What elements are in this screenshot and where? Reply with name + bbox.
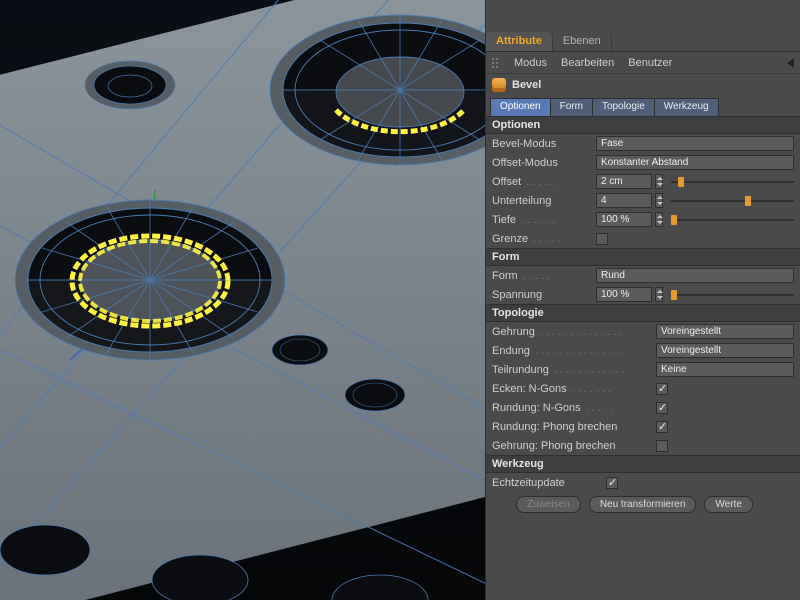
spinner-offset[interactable]: [655, 174, 663, 189]
panel-top-spacer: [486, 0, 800, 32]
spinner-tiefe[interactable]: [655, 212, 663, 227]
tab-werkzeug[interactable]: Werkzeug: [654, 98, 719, 116]
tab-ebenen[interactable]: Ebenen: [553, 32, 612, 51]
field-endung[interactable]: Voreingestellt: [656, 343, 794, 358]
werkzeug-buttons: Zuweisen Neu transformieren Werte: [486, 492, 800, 517]
menu-modus[interactable]: Modus: [514, 57, 547, 69]
field-unterteilung[interactable]: 4: [596, 193, 652, 208]
panel-menu: Modus Bearbeiten Benutzer: [486, 52, 800, 74]
menu-benutzer[interactable]: Benutzer: [628, 57, 672, 69]
tab-optionen[interactable]: Optionen: [490, 98, 551, 116]
arrow-left-icon[interactable]: [787, 58, 794, 68]
tool-tabbar: Optionen Form Topologie Werkzeug: [486, 98, 800, 116]
btn-werte[interactable]: Werte: [704, 496, 753, 513]
label-bevel-modus: Bevel-Modus: [492, 138, 592, 150]
label-unterteilung: Unterteilung: [492, 195, 592, 207]
slider-unterteilung[interactable]: [671, 196, 794, 206]
tab-form[interactable]: Form: [550, 98, 593, 116]
label-gehrung-phong: Gehrung: Phong brechen: [492, 440, 652, 452]
checkbox-grenze[interactable]: [596, 233, 608, 245]
label-grenze: Grenze . . . . .: [492, 233, 592, 245]
field-offset[interactable]: 2 cm: [596, 174, 652, 189]
label-offset: Offset . . . . .: [492, 176, 592, 188]
slider-spannung[interactable]: [671, 290, 794, 300]
row-grenze: Grenze . . . . .: [486, 229, 800, 248]
field-tiefe[interactable]: 100 %: [596, 212, 652, 227]
field-spannung[interactable]: 100 %: [596, 287, 652, 302]
slider-offset[interactable]: [671, 177, 794, 187]
checkbox-rundung-ngons[interactable]: [656, 402, 668, 414]
row-form: Form . . . . . Rund: [486, 266, 800, 285]
slider-tiefe[interactable]: [671, 215, 794, 225]
label-spannung: Spannung: [492, 289, 592, 301]
tab-topologie[interactable]: Topologie: [592, 98, 655, 116]
label-teilrundung: Teilrundung . . . . . . . . . . . .: [492, 364, 652, 376]
checkbox-ecken-ngons[interactable]: [656, 383, 668, 395]
field-gehrung[interactable]: Voreingestellt: [656, 324, 794, 339]
label-endung: Endung . . . . . . . . . . . . . . .: [492, 345, 652, 357]
label-echtzeit: Echtzeitupdate: [492, 477, 602, 489]
row-ecken-ngons: Ecken: N-Gons . . . . . . .: [486, 379, 800, 398]
row-gehrung: Gehrung . . . . . . . . . . . . . . Vore…: [486, 322, 800, 341]
label-ecken-ngons: Ecken: N-Gons . . . . . . .: [492, 383, 652, 395]
row-offset-modus: Offset-Modus Konstanter Abstand: [486, 153, 800, 172]
label-rundung-phong: Rundung: Phong brechen: [492, 421, 652, 433]
spinner-unterteilung[interactable]: [655, 193, 663, 208]
field-bevel-modus[interactable]: Fase: [596, 136, 794, 151]
btn-zuweisen[interactable]: Zuweisen: [516, 496, 581, 513]
btn-neu-transformieren[interactable]: Neu transformieren: [589, 496, 697, 513]
tab-attribute[interactable]: Attribute: [486, 32, 553, 51]
label-tiefe: Tiefe . . . . . .: [492, 214, 592, 226]
checkbox-echtzeit[interactable]: [606, 477, 618, 489]
row-endung: Endung . . . . . . . . . . . . . . . Vor…: [486, 341, 800, 360]
row-rundung-ngons: Rundung: N-Gons . . . . .: [486, 398, 800, 417]
panel-top-tabs: Attribute Ebenen: [486, 32, 800, 52]
label-form: Form . . . . .: [492, 270, 592, 282]
section-werkzeug-hdr: Werkzeug: [486, 455, 800, 473]
row-rundung-phong: Rundung: Phong brechen: [486, 417, 800, 436]
label-offset-modus: Offset-Modus: [492, 157, 592, 169]
tool-name: Bevel: [512, 79, 541, 91]
viewport-3d[interactable]: [0, 0, 485, 600]
row-offset: Offset . . . . . 2 cm: [486, 172, 800, 191]
grip-icon[interactable]: [492, 58, 500, 68]
row-bevel-modus: Bevel-Modus Fase: [486, 134, 800, 153]
field-teilrundung[interactable]: Keine: [656, 362, 794, 377]
tool-header: Bevel: [486, 74, 800, 96]
row-unterteilung: Unterteilung 4: [486, 191, 800, 210]
row-gehrung-phong: Gehrung: Phong brechen: [486, 436, 800, 455]
checkbox-gehrung-phong[interactable]: [656, 440, 668, 452]
field-form[interactable]: Rund: [596, 268, 794, 283]
spinner-spannung[interactable]: [655, 287, 663, 302]
section-form-hdr: Form: [486, 248, 800, 266]
section-topologie-hdr: Topologie: [486, 304, 800, 322]
row-tiefe: Tiefe . . . . . . 100 %: [486, 210, 800, 229]
section-optionen-hdr: Optionen: [486, 116, 800, 134]
menu-bearbeiten[interactable]: Bearbeiten: [561, 57, 614, 69]
checkbox-rundung-phong[interactable]: [656, 421, 668, 433]
row-spannung: Spannung 100 %: [486, 285, 800, 304]
row-teilrundung: Teilrundung . . . . . . . . . . . . Kein…: [486, 360, 800, 379]
field-offset-modus[interactable]: Konstanter Abstand: [596, 155, 794, 170]
bevel-icon: [492, 78, 506, 92]
label-gehrung: Gehrung . . . . . . . . . . . . . .: [492, 326, 652, 338]
label-rundung-ngons: Rundung: N-Gons . . . . .: [492, 402, 652, 414]
row-echtzeit: Echtzeitupdate: [486, 473, 800, 492]
attribute-panel: Attribute Ebenen Modus Bearbeiten Benutz…: [485, 0, 800, 600]
